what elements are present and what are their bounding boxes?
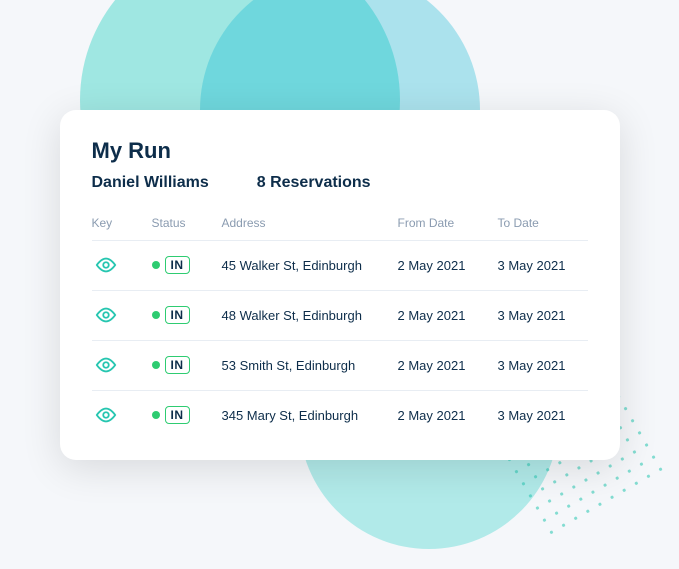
status-badge: IN	[152, 306, 190, 324]
eye-icon[interactable]	[92, 355, 120, 375]
status-badge: IN	[152, 356, 190, 374]
status-text: IN	[165, 356, 190, 374]
table-row: IN 53 Smith St, Edinburgh2 May 20213 May…	[92, 340, 588, 390]
row-to-date: 3 May 2021	[498, 340, 588, 390]
eye-icon[interactable]	[92, 305, 120, 325]
status-text: IN	[165, 256, 190, 274]
row-key	[92, 340, 152, 390]
col-header-to: To Date	[498, 210, 588, 241]
table-row: IN 48 Walker St, Edinburgh2 May 20213 Ma…	[92, 290, 588, 340]
status-dot	[152, 361, 160, 369]
status-dot	[152, 411, 160, 419]
reservations-count: 8 Reservations	[257, 174, 371, 192]
col-header-address: Address	[222, 210, 398, 241]
main-card: My Run Daniel Williams 8 Reservations Ke…	[60, 110, 620, 460]
row-address: 53 Smith St, Edinburgh	[222, 340, 398, 390]
row-key	[92, 240, 152, 290]
eye-icon[interactable]	[92, 255, 120, 275]
col-header-from: From Date	[398, 210, 498, 241]
status-text: IN	[165, 306, 190, 324]
row-status: IN	[152, 240, 222, 290]
card-title: My Run	[92, 138, 588, 164]
status-dot	[152, 311, 160, 319]
row-from-date: 2 May 2021	[398, 290, 498, 340]
row-status: IN	[152, 290, 222, 340]
row-to-date: 3 May 2021	[498, 290, 588, 340]
row-from-date: 2 May 2021	[398, 340, 498, 390]
row-to-date: 3 May 2021	[498, 390, 588, 440]
table-row: IN 345 Mary St, Edinburgh2 May 20213 May…	[92, 390, 588, 440]
row-address: 45 Walker St, Edinburgh	[222, 240, 398, 290]
status-badge: IN	[152, 406, 190, 424]
col-header-status: Status	[152, 210, 222, 241]
status-dot	[152, 261, 160, 269]
user-name: Daniel Williams	[92, 174, 209, 192]
status-badge: IN	[152, 256, 190, 274]
row-to-date: 3 May 2021	[498, 240, 588, 290]
table-row: IN 45 Walker St, Edinburgh2 May 20213 Ma…	[92, 240, 588, 290]
row-key	[92, 390, 152, 440]
reservations-table: Key Status Address From Date To Date IN …	[92, 210, 588, 440]
row-address: 48 Walker St, Edinburgh	[222, 290, 398, 340]
status-text: IN	[165, 406, 190, 424]
row-status: IN	[152, 390, 222, 440]
row-status: IN	[152, 340, 222, 390]
row-key	[92, 290, 152, 340]
card-subtitle: Daniel Williams 8 Reservations	[92, 174, 588, 192]
row-address: 345 Mary St, Edinburgh	[222, 390, 398, 440]
row-from-date: 2 May 2021	[398, 240, 498, 290]
col-header-key: Key	[92, 210, 152, 241]
row-from-date: 2 May 2021	[398, 390, 498, 440]
eye-icon[interactable]	[92, 405, 120, 425]
